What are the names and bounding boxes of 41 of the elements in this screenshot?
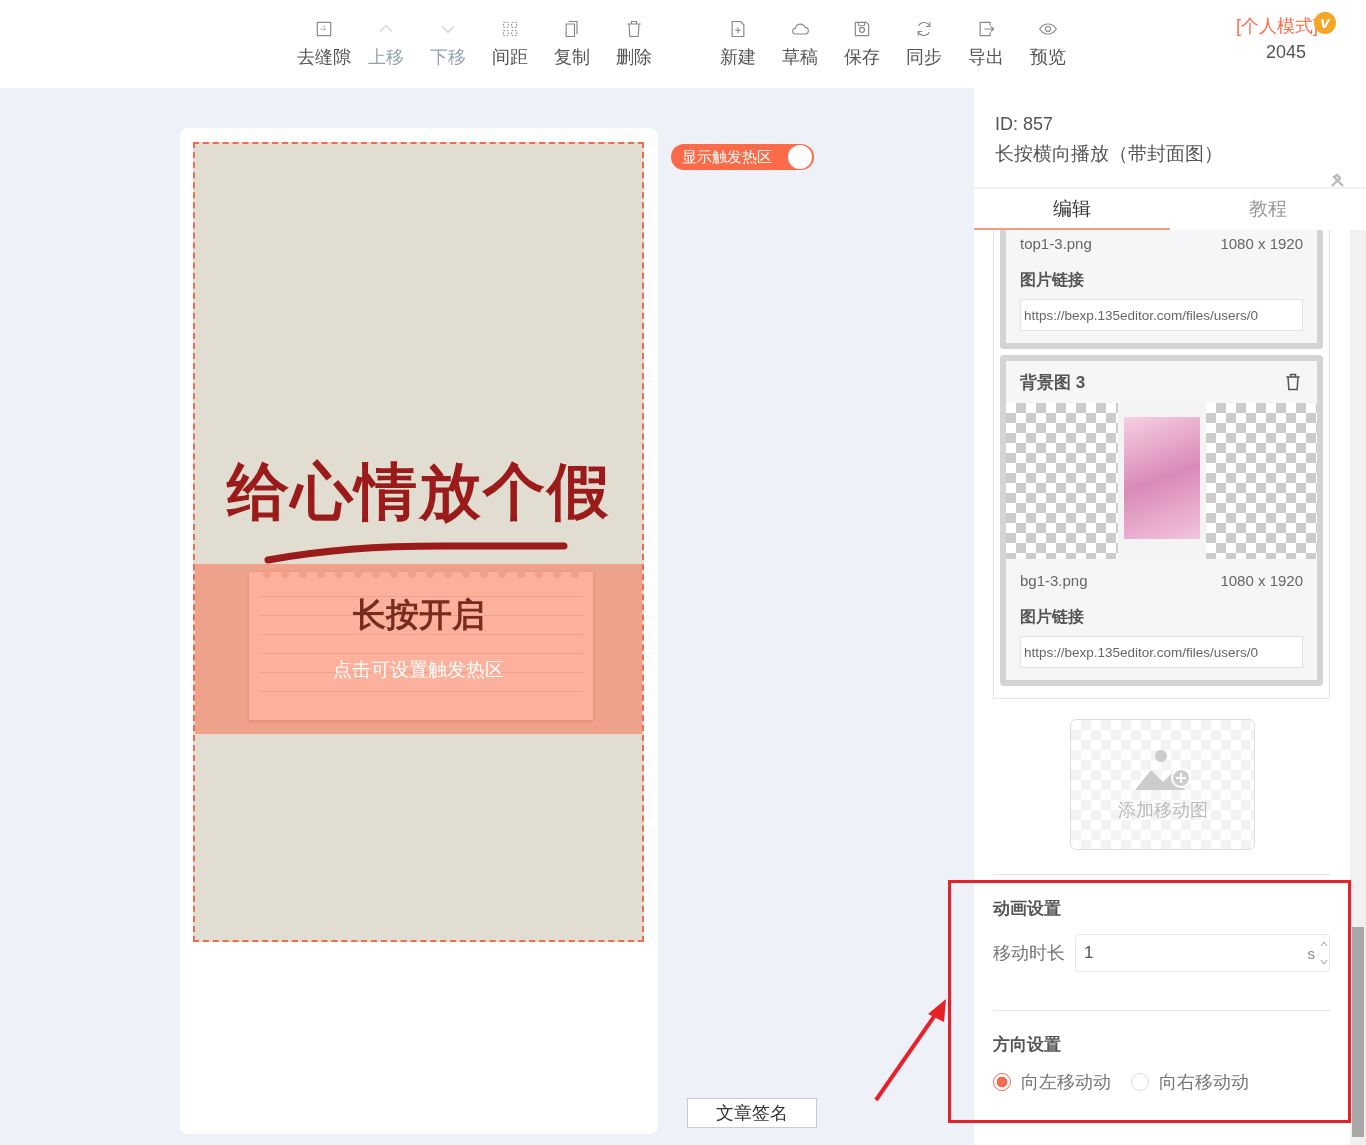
delete-icon[interactable] bbox=[1283, 372, 1303, 392]
add-image-icon bbox=[1132, 747, 1193, 792]
toolbar-button[interactable]: 删除 bbox=[604, 19, 664, 69]
toolbar-icon bbox=[624, 19, 644, 39]
template-title: 长按横向播放（带封面图） bbox=[995, 142, 1224, 166]
toolbar-icon bbox=[852, 19, 872, 39]
file-name: top1-3.png bbox=[1020, 234, 1092, 252]
toolbar-icon bbox=[500, 19, 520, 39]
section-heading: 方向设置 bbox=[993, 1034, 1062, 1056]
field-label: 图片链接 bbox=[1020, 607, 1085, 627]
toolbar-button[interactable]: 同步 bbox=[894, 19, 954, 69]
hotspot-area[interactable]: 长按开启 点击可设置触发热区 bbox=[195, 564, 642, 734]
toolbar-button[interactable]: 复制 bbox=[542, 19, 602, 69]
section-heading: 动画设置 bbox=[993, 898, 1062, 920]
template-id: ID: 857 bbox=[995, 114, 1055, 135]
image-link-field[interactable]: https://bexp.135editor.com/files/users/0 bbox=[1020, 299, 1303, 331]
toolbar-button[interactable]: 间距 bbox=[480, 19, 540, 69]
direction-radio[interactable]: 向左移动动 bbox=[993, 1070, 1111, 1094]
image-size: 1080 x 1920 bbox=[1220, 234, 1303, 252]
hotspot-hint: 点击可设置触发热区 bbox=[333, 660, 504, 679]
toolbar-icon bbox=[314, 19, 334, 39]
toolbar-button[interactable]: 预览 bbox=[1018, 19, 1078, 69]
card-title: 背景图 3 bbox=[1020, 371, 1086, 394]
field-label: 图片链接 bbox=[1020, 270, 1085, 290]
toolbar-button[interactable]: 草稿 bbox=[770, 19, 830, 69]
direction-radio[interactable]: 向右移动动 bbox=[1131, 1070, 1249, 1094]
poster-button-text: 长按开启 bbox=[352, 598, 485, 631]
poster-headline: 给心情放个假 bbox=[226, 456, 611, 528]
file-name: bg1-3.png bbox=[1020, 571, 1088, 589]
toolbar-button[interactable]: 新建 bbox=[708, 19, 768, 69]
toolbar-button[interactable]: 导出 bbox=[956, 19, 1016, 69]
toolbar-button[interactable]: 去缝隙 bbox=[294, 19, 354, 69]
tools-icon[interactable] bbox=[1330, 173, 1346, 189]
signature-button[interactable]: 文章签名 bbox=[687, 1098, 817, 1128]
duration-field[interactable]: 1 s bbox=[1075, 934, 1330, 972]
count-label: 2045 bbox=[1265, 42, 1306, 63]
image-link-field[interactable]: https://bexp.135editor.com/files/users/0 bbox=[1020, 636, 1303, 668]
field-label: 移动时长 bbox=[993, 942, 1065, 965]
image-size: 1080 x 1920 bbox=[1220, 571, 1303, 589]
scrollbar[interactable] bbox=[1350, 230, 1366, 1145]
toolbar-button[interactable]: 保存 bbox=[832, 19, 892, 69]
